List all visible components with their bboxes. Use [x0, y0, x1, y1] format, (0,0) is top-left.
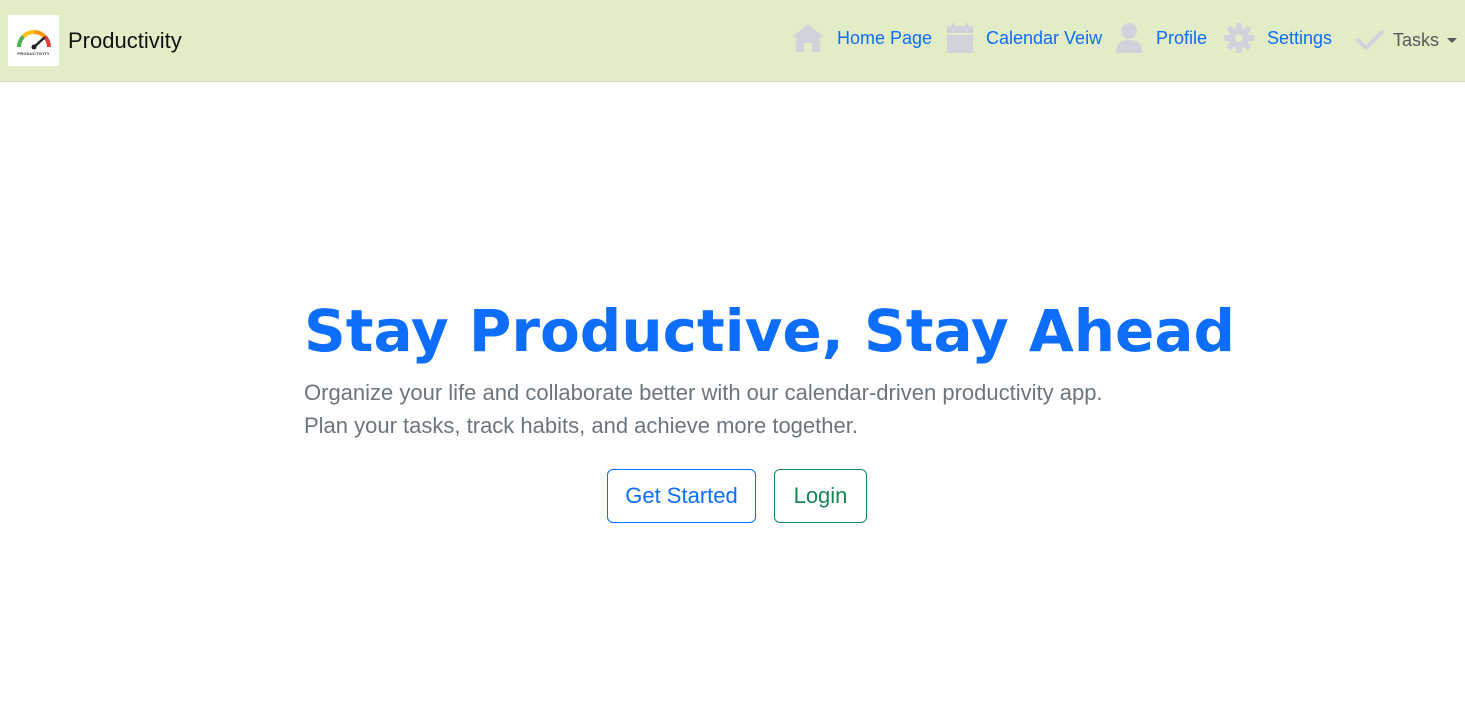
gear-icon	[1224, 23, 1254, 53]
checkmark-icon	[1356, 29, 1384, 51]
brand-logo: PRODUCTIVITY	[8, 15, 59, 66]
gauge-icon	[16, 29, 51, 49]
nav-settings-label: Settings	[1267, 27, 1333, 48]
calendar-icon	[946, 22, 974, 54]
get-started-button[interactable]: Get Started	[607, 469, 756, 523]
nav-profile[interactable]: Profile	[1115, 0, 1207, 76]
home-icon	[790, 23, 826, 53]
navbar: PRODUCTIVITY Productivity Home Page Cale…	[0, 0, 1465, 82]
nav-settings[interactable]: Settings	[1224, 0, 1332, 76]
nav-calendar-view[interactable]: Calendar Veiw	[946, 0, 1102, 76]
user-icon	[1115, 22, 1143, 54]
hero-section: Stay Productive, Stay Ahead Organize you…	[304, 290, 1236, 442]
nav-tasks-dropdown[interactable]: Tasks	[1356, 2, 1458, 78]
logo-caption: PRODUCTIVITY	[17, 50, 50, 56]
brand-name: Productivity	[68, 27, 182, 53]
nav-home-page[interactable]: Home Page	[790, 0, 932, 76]
nav-tasks-label: Tasks	[1393, 29, 1440, 50]
brand-link[interactable]: PRODUCTIVITY Productivity	[8, 15, 182, 66]
caret-down-icon	[1447, 38, 1458, 43]
hero-title: Stay Productive, Stay Ahead	[304, 297, 1236, 365]
nav-home-label: Home Page	[837, 27, 933, 48]
hero-subtitle: Organize your life and collaborate bette…	[304, 380, 1103, 438]
nav-calendar-label: Calendar Veiw	[986, 27, 1103, 48]
nav-profile-label: Profile	[1156, 27, 1208, 48]
login-button[interactable]: Login	[774, 469, 867, 523]
